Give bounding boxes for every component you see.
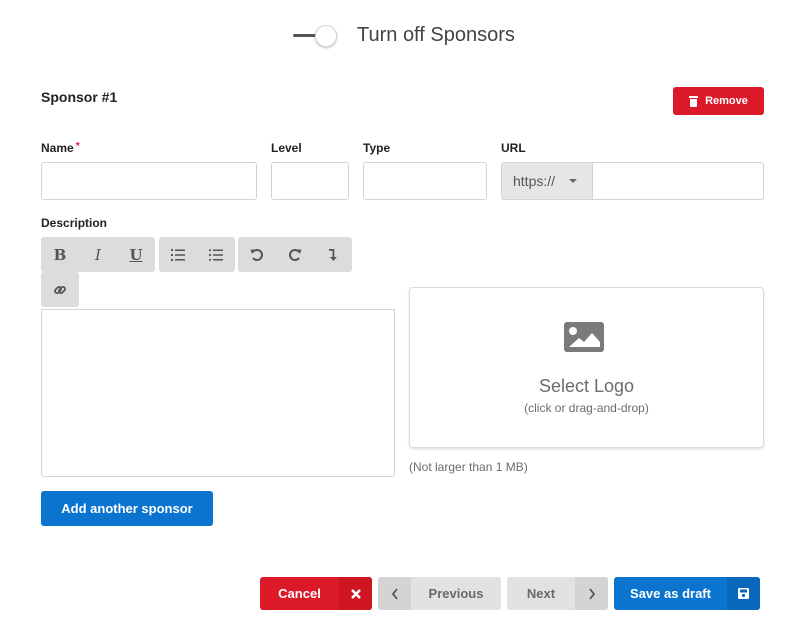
save-label: Save as draft [630,586,711,601]
level-label: Level [271,141,302,155]
url-input[interactable] [592,162,764,200]
italic-icon: I [95,245,101,264]
next-button[interactable]: Next [507,577,608,610]
url-protocol-value: https:// [513,173,556,189]
name-label: Name * [41,141,80,155]
previous-label: Previous [428,586,484,601]
description-editor[interactable] [41,309,395,477]
type-label: Type [363,141,391,155]
chevron-left-icon [378,577,411,610]
remove-sponsor-button[interactable]: Remove [673,87,764,115]
list-toolbar-group [159,237,235,272]
remove-label: Remove [705,95,748,107]
text-direction-icon [329,248,337,261]
text-direction-button[interactable] [314,237,352,272]
sponsor-title: Sponsor #1 [41,89,118,105]
cancel-button[interactable]: Cancel [260,577,372,610]
link-button[interactable] [41,272,79,307]
underline-icon: U [129,245,143,264]
undo-button[interactable] [238,237,276,272]
logo-size-note: (Not larger than 1 MB) [409,460,528,474]
name-label-text: Name [41,141,74,155]
next-label: Next [526,586,556,601]
url-protocol-select[interactable]: https:// [501,162,593,200]
trash-icon [689,95,699,107]
name-input[interactable] [41,162,257,200]
chevron-right-icon [575,577,608,610]
chevron-down-icon [569,179,578,183]
select-logo-subtitle: (click or drag-and-drop) [524,401,649,415]
history-toolbar-group [238,237,352,272]
toggle-knob[interactable] [315,25,337,47]
bullet-list-icon [209,248,223,261]
url-label: URL [501,141,526,155]
cancel-label: Cancel [278,586,321,601]
description-label: Description [41,216,108,230]
image-icon [564,322,604,352]
format-toolbar-group: B I U [41,237,155,272]
select-logo-title: Select Logo [538,376,635,396]
logo-dropzone[interactable]: Select Logo (click or drag-and-drop) [409,287,764,448]
level-input[interactable] [271,162,349,200]
redo-icon [289,248,302,261]
ordered-list-button[interactable] [159,237,197,272]
link-toolbar-group [41,272,79,307]
type-input[interactable] [363,162,487,200]
sponsors-toggle[interactable] [293,24,345,48]
undo-icon [250,248,263,261]
bold-button[interactable]: B [41,237,79,272]
save-as-draft-button[interactable]: Save as draft [614,577,760,610]
ordered-list-icon [171,248,185,261]
close-icon [339,577,372,610]
previous-button[interactable]: Previous [378,577,501,610]
bullet-list-button[interactable] [197,237,235,272]
underline-button[interactable]: U [117,237,155,272]
toggle-label: Turn off Sponsors [357,24,515,46]
link-icon [54,285,66,294]
italic-button[interactable]: I [79,237,117,272]
save-icon [727,577,760,610]
add-another-sponsor-button[interactable]: Add another sponsor [41,491,213,526]
required-mark: * [75,141,80,152]
bold-icon: B [53,245,67,264]
redo-button[interactable] [276,237,314,272]
